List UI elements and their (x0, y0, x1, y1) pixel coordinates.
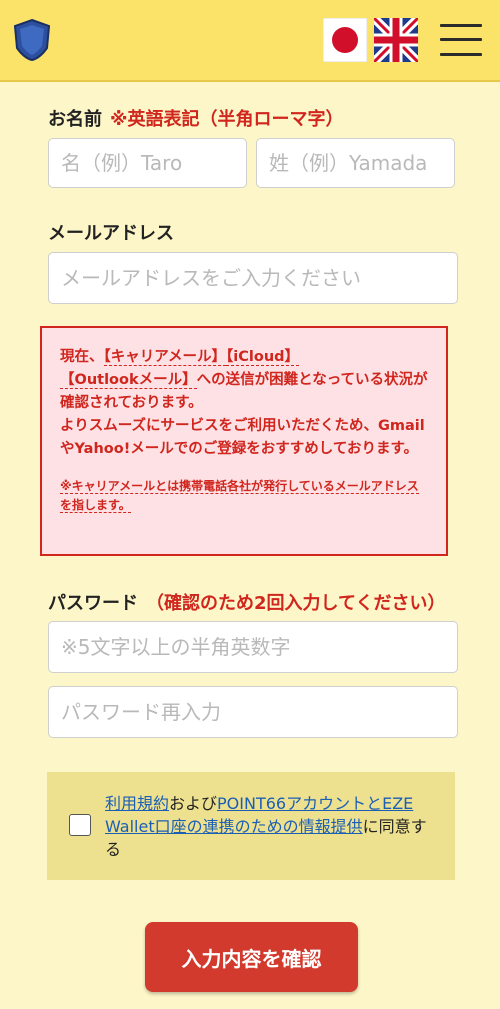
name-label: お名前 ※英語表記（半角ローマ字） (48, 105, 344, 131)
japan-flag-icon[interactable] (323, 18, 367, 62)
name-label-text: お名前 (48, 109, 102, 130)
shield-badge-icon[interactable] (12, 18, 52, 62)
header (0, 0, 500, 82)
password-input[interactable] (48, 621, 458, 673)
confirm-input-button[interactable]: 入力内容を確認 (145, 922, 358, 992)
last-name-input[interactable] (256, 138, 455, 188)
password-label: パスワード （確認のため2回入力してください） (48, 589, 445, 615)
email-warning-box: 現在、【キャリアメール】【iCloud】【Outlookメール】への送信が困難と… (40, 326, 448, 556)
warning-message: 現在、【キャリアメール】【iCloud】【Outlookメール】への送信が困難と… (60, 349, 428, 457)
first-name-input[interactable] (48, 138, 247, 188)
password-note: （確認のため2回入力してください） (146, 593, 446, 614)
hamburger-menu-icon[interactable] (438, 22, 484, 58)
name-note: ※英語表記（半角ローマ字） (110, 109, 344, 130)
agreement-checkbox[interactable] (69, 814, 91, 836)
agreement-text: 利用規約およびPOINT66アカウントとEZE Wallet口座の連携のための情… (105, 794, 427, 859)
password-confirm-input[interactable] (48, 686, 458, 738)
warning-footnote: ※キャリアメールとは携帯電話各社が発行しているメールアドレスを指します。 (60, 479, 419, 513)
uk-flag-icon[interactable] (374, 18, 418, 62)
email-label: メールアドレス (48, 223, 174, 244)
password-label-text: パスワード (48, 593, 138, 614)
terms-link[interactable]: 利用規約 (105, 794, 169, 813)
agreement-box: 利用規約およびPOINT66アカウントとEZE Wallet口座の連携のための情… (47, 772, 455, 880)
email-input[interactable] (48, 252, 458, 304)
